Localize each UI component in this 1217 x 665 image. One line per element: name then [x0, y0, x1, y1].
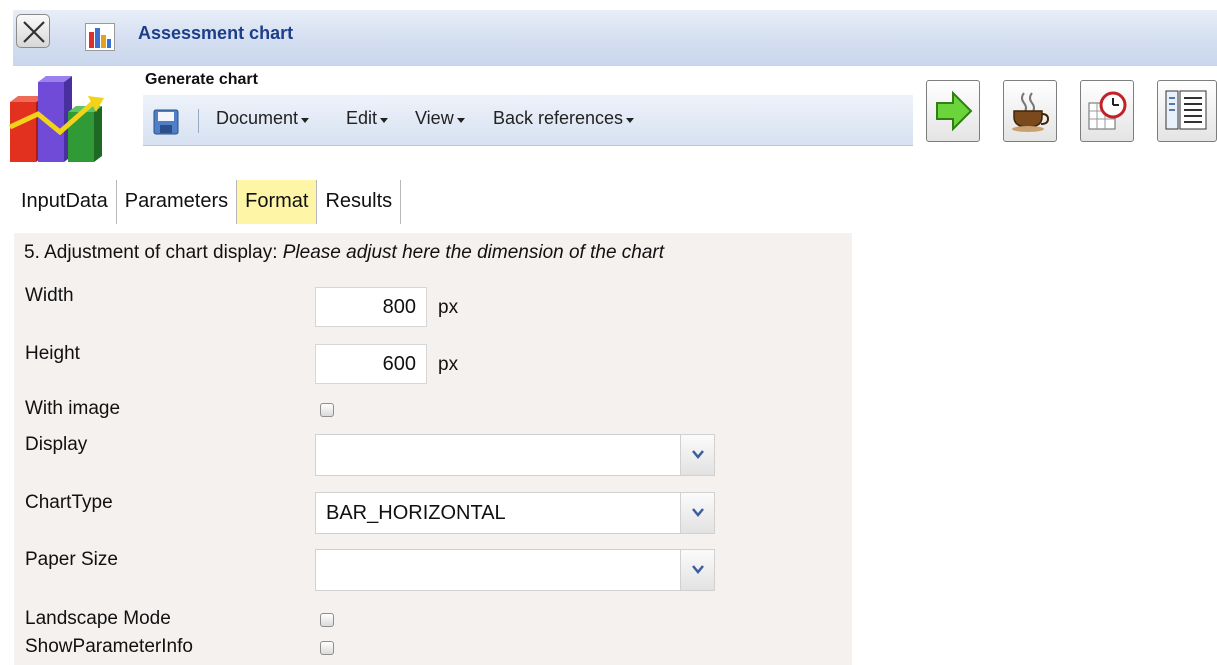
show-parameter-info-checkbox[interactable] — [320, 641, 334, 655]
chart-type-select[interactable]: BAR_HORIZONTAL — [315, 492, 715, 534]
with-image-checkbox[interactable] — [320, 403, 334, 417]
paper-size-dropdown-button[interactable] — [680, 550, 714, 590]
chevron-down-icon — [456, 117, 465, 123]
menu-document-label: Document — [216, 108, 299, 128]
tab-inputdata[interactable]: InputData — [13, 180, 117, 224]
width-unit: px — [438, 297, 459, 318]
chevron-down-icon — [626, 117, 635, 123]
close-button[interactable] — [16, 14, 50, 48]
width-label: Width — [25, 285, 74, 306]
coffee-button[interactable] — [1003, 80, 1057, 142]
tab-results[interactable]: Results — [317, 180, 402, 224]
bar-chart-icon — [85, 23, 115, 56]
chevron-down-icon — [692, 450, 704, 459]
run-button[interactable] — [926, 80, 980, 142]
tab-bar: InputData Parameters Format Results — [13, 180, 402, 224]
section-header: 5. Adjustment of chart display: Please a… — [24, 242, 664, 264]
height-unit: px — [438, 354, 459, 375]
height-label: Height — [25, 343, 80, 364]
save-icon[interactable] — [153, 109, 179, 140]
chevron-down-icon — [692, 508, 704, 517]
tab-format[interactable]: Format — [237, 180, 318, 224]
list-view-button[interactable] — [1157, 80, 1217, 142]
coffee-cup-icon — [1012, 92, 1050, 132]
height-input[interactable]: 600 — [315, 344, 427, 384]
chart-logo-icon — [8, 72, 112, 169]
chart-type-label: ChartType — [25, 492, 113, 513]
run-arrow-icon — [936, 90, 973, 132]
chart-type-dropdown-button[interactable] — [680, 493, 714, 533]
format-panel: 5. Adjustment of chart display: Please a… — [14, 233, 852, 665]
paper-size-label: Paper Size — [25, 549, 118, 570]
schedule-button[interactable] — [1080, 80, 1134, 142]
menu-back-references-label: Back references — [493, 108, 624, 128]
width-input[interactable]: 800 — [315, 287, 427, 327]
calendar-clock-icon — [1088, 91, 1127, 130]
tab-parameters[interactable]: Parameters — [116, 180, 238, 224]
menu-view-label: View — [415, 108, 454, 128]
menu-document[interactable]: Document — [216, 108, 310, 129]
menu-bar: Document Edit View Back references — [143, 95, 913, 146]
menu-edit-label: Edit — [346, 108, 378, 128]
display-label: Display — [25, 434, 88, 455]
section-title: 5. Adjustment of chart display: — [24, 242, 278, 263]
show-parameter-info-label: ShowParameterInfo — [25, 636, 193, 657]
page-title: Generate chart — [145, 71, 258, 88]
display-select[interactable] — [315, 434, 715, 476]
chevron-down-icon — [380, 117, 389, 123]
section-hint: Please adjust here the dimension of the … — [282, 242, 665, 263]
with-image-label: With image — [25, 398, 121, 419]
window-title: Assessment chart — [138, 23, 294, 43]
menu-separator — [198, 109, 199, 133]
chevron-down-icon — [692, 565, 704, 574]
menu-back-references[interactable]: Back references — [493, 108, 635, 129]
landscape-mode-label: Landscape Mode — [25, 608, 171, 629]
close-icon — [23, 21, 45, 43]
chevron-down-icon — [301, 117, 310, 123]
menu-view[interactable]: View — [415, 108, 465, 129]
title-bar: Assessment chart — [13, 10, 1217, 66]
paper-size-select[interactable] — [315, 549, 715, 591]
chart-type-value: BAR_HORIZONTAL — [326, 502, 506, 524]
menu-edit[interactable]: Edit — [346, 108, 389, 129]
list-view-icon — [1165, 90, 1207, 130]
display-dropdown-button[interactable] — [680, 435, 714, 475]
landscape-mode-checkbox[interactable] — [320, 613, 334, 627]
